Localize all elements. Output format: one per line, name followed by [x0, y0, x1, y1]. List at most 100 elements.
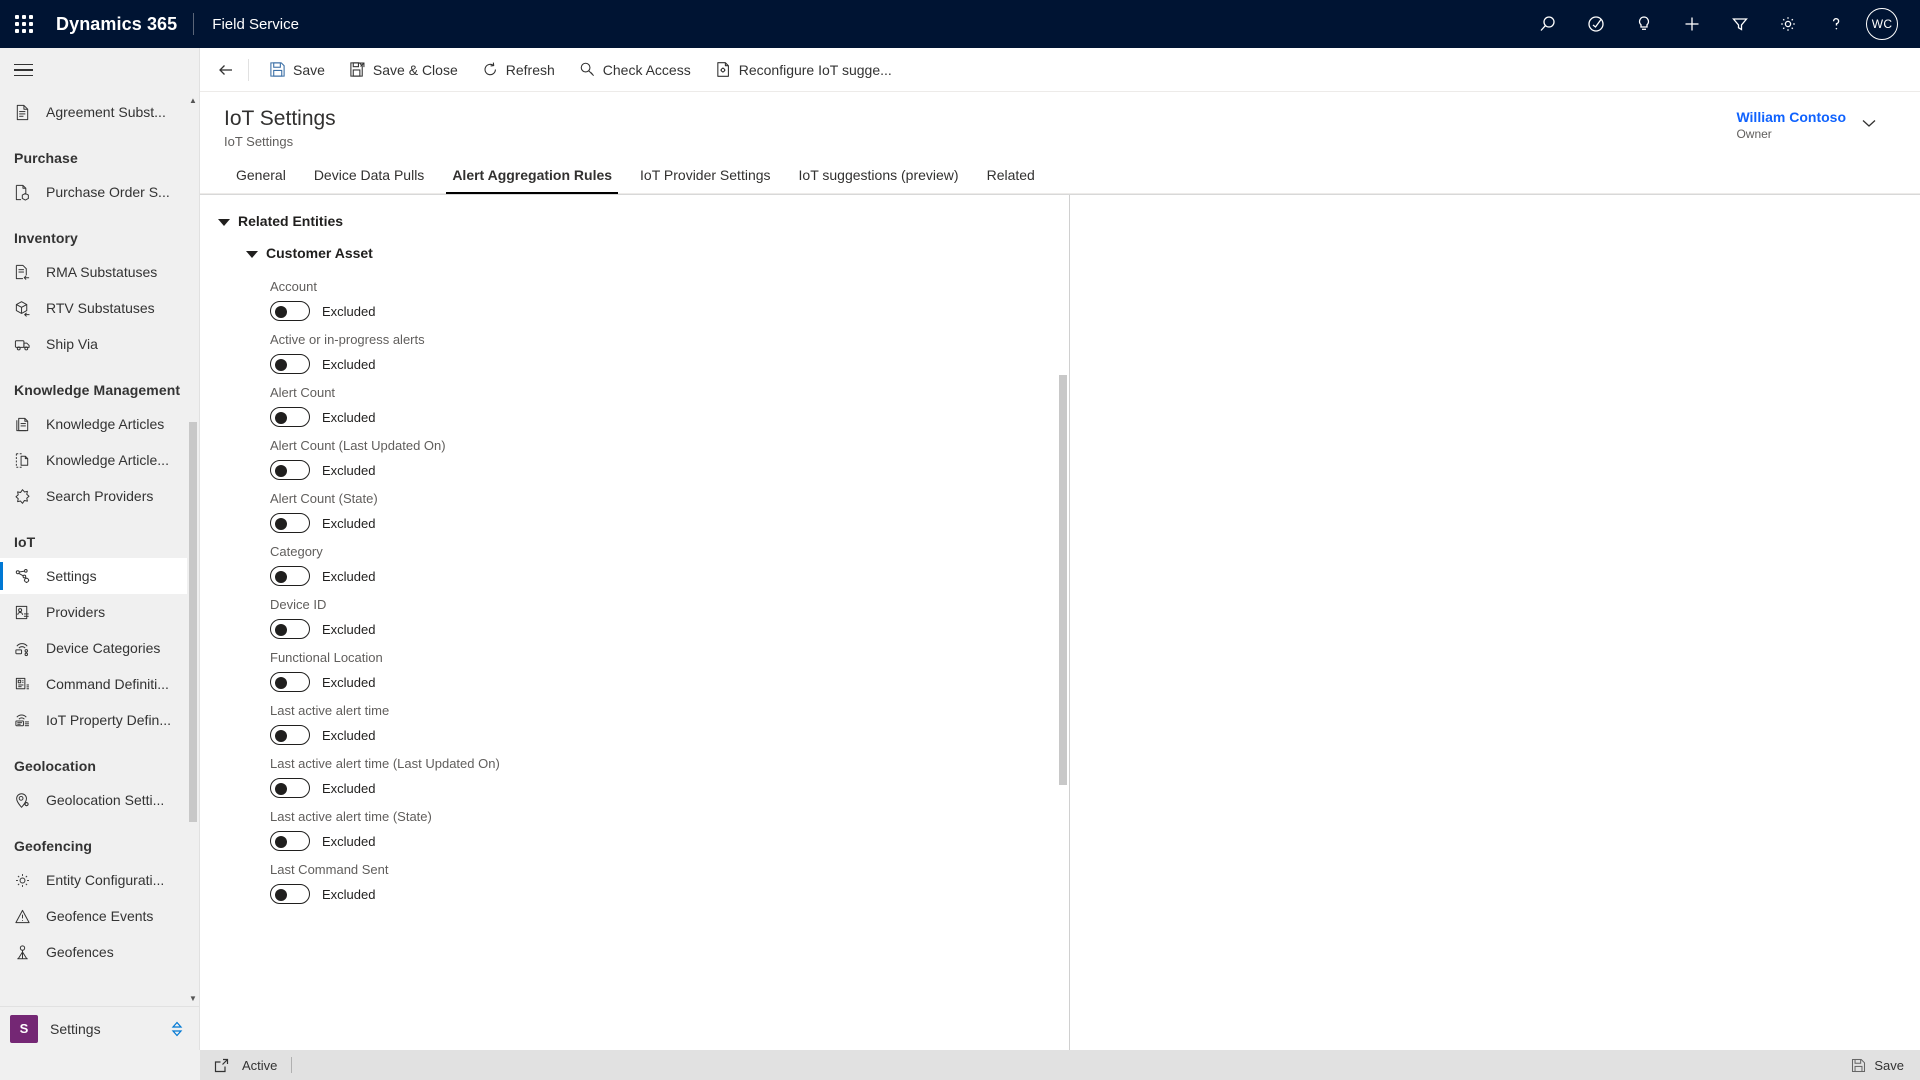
area-switcher[interactable]: S Settings — [0, 1006, 199, 1050]
section-related-entities[interactable]: Related Entities — [200, 209, 1069, 233]
iot-provider-icon — [14, 603, 36, 621]
form-header-owner: William Contoso Owner — [1736, 106, 1896, 141]
brand-title[interactable]: Dynamics 365 — [48, 14, 193, 35]
command-reconfigure-iot-sugge-button[interactable]: Reconfigure IoT sugge... — [703, 52, 904, 88]
command-check-access-button[interactable]: Check Access — [567, 52, 703, 88]
toggle-switch[interactable] — [270, 619, 310, 639]
hamburger-menu-icon[interactable] — [0, 48, 199, 92]
form-column-right — [1070, 195, 1920, 1050]
popout-icon[interactable] — [200, 1058, 242, 1073]
field-toggle-row: Excluded — [270, 778, 1069, 798]
subsection-customer-asset[interactable]: Customer Asset — [200, 233, 1069, 265]
tab-general[interactable]: General — [222, 159, 300, 193]
sidebar-group-title: Inventory — [14, 230, 78, 246]
toggle-value-label: Excluded — [322, 515, 376, 531]
toggle-knob — [275, 518, 287, 530]
toggle-switch[interactable] — [270, 778, 310, 798]
toggle-switch[interactable] — [270, 566, 310, 586]
sidebar-item-device-categories[interactable]: Device Categories — [0, 630, 187, 666]
sidebar-item-label: RMA Substatuses — [46, 264, 158, 280]
sidebar-item-knowledge-articles[interactable]: Knowledge Articles — [0, 406, 187, 442]
sidebar-item-settings[interactable]: Settings — [0, 558, 187, 594]
device-category-icon — [14, 639, 36, 657]
toggle-switch[interactable] — [270, 725, 310, 745]
sidebar: Agreement Subst... Purchase Purchase Order… — [0, 48, 200, 1050]
tab-alert-aggregation-rules[interactable]: Alert Aggregation Rules — [438, 159, 626, 194]
sidebar-item-geolocation-setti[interactable]: Geolocation Setti... — [0, 782, 187, 818]
field-label: Alert Count (Last Updated On) — [270, 438, 446, 453]
toggle-switch[interactable] — [270, 513, 310, 533]
content-scrollbar[interactable] — [1057, 195, 1069, 1050]
command-refresh-button[interactable]: Refresh — [470, 52, 567, 88]
toggle-switch[interactable] — [270, 672, 310, 692]
app-name[interactable]: Field Service — [194, 16, 299, 33]
content-scroll-thumb[interactable] — [1059, 375, 1067, 785]
sidebar-group-title: Knowledge Management — [14, 382, 181, 398]
sidebar-item-label: Command Definiti... — [46, 676, 169, 692]
sidebar-item-rtv-substatuses[interactable]: RTV Substatuses — [0, 290, 187, 326]
toggle-switch[interactable] — [270, 354, 310, 374]
sidebar-item-label: Geofence Events — [46, 908, 154, 924]
assistant-icon[interactable] — [1572, 0, 1620, 48]
sidebar-item-search-providers[interactable]: Search Providers — [0, 478, 187, 514]
content-area: Related Entities Customer Asset Account E… — [200, 194, 1920, 1050]
field-toggle-row: Excluded — [270, 672, 1069, 692]
command-save-button[interactable]: Save — [257, 52, 337, 88]
caret-down-icon — [218, 219, 230, 226]
status-badge: Active — [242, 1057, 278, 1073]
gear-icon[interactable] — [1764, 0, 1812, 48]
toggle-switch[interactable] — [270, 460, 310, 480]
help-icon[interactable] — [1812, 0, 1860, 48]
main-area: Save Save & Close Refresh Check Access Recon… — [200, 48, 1920, 1050]
sidebar-item-geofence-events[interactable]: Geofence Events — [0, 898, 187, 934]
save-icon — [1851, 1058, 1866, 1073]
command-save-close-button[interactable]: Save & Close — [337, 52, 470, 88]
sidebar-item-purchase-order-s[interactable]: Purchase Order S... — [0, 174, 187, 210]
field-row: Last active alert time (State) Excluded — [270, 809, 1069, 851]
plus-icon[interactable] — [1668, 0, 1716, 48]
sidebar-scrollbar[interactable]: ▲ ▼ — [187, 92, 199, 1006]
sidebar-item-geofences[interactable]: Geofences — [0, 934, 187, 970]
status-bar-save-button[interactable]: Save — [1851, 1058, 1904, 1073]
toggle-value-label: Excluded — [322, 303, 376, 319]
sidebar-item-knowledge-article[interactable]: Knowledge Article... — [0, 442, 187, 478]
status-bar-divider — [291, 1057, 293, 1073]
toggle-switch[interactable] — [270, 407, 310, 427]
tab-iot-suggestions-preview[interactable]: IoT suggestions (preview) — [785, 159, 973, 193]
sidebar-item-label: Agreement Subst... — [46, 104, 166, 120]
sidebar-scroll-thumb[interactable] — [189, 422, 197, 822]
toggle-knob — [275, 624, 287, 636]
search-icon[interactable] — [1524, 0, 1572, 48]
sidebar-scroll-down-icon[interactable]: ▼ — [187, 990, 199, 1006]
sidebar-item-label: Purchase Order S... — [46, 184, 170, 200]
knowledge-article-icon — [14, 415, 36, 433]
sidebar-item-command-definiti[interactable]: Command Definiti... — [0, 666, 187, 702]
check-access-icon — [579, 61, 596, 78]
toggle-switch[interactable] — [270, 301, 310, 321]
area-switcher-icon[interactable] — [169, 1020, 189, 1038]
app-launcher-icon[interactable] — [0, 0, 48, 48]
tab-iot-provider-settings[interactable]: IoT Provider Settings — [626, 159, 784, 193]
sidebar-scroll-up-icon[interactable]: ▲ — [187, 92, 199, 108]
section-title: Related Entities — [238, 213, 344, 229]
back-arrow-icon[interactable] — [208, 52, 244, 88]
owner-name[interactable]: William Contoso — [1736, 108, 1846, 126]
sidebar-item-entity-configurati[interactable]: Entity Configurati... — [0, 862, 187, 898]
toggle-switch[interactable] — [270, 831, 310, 851]
sidebar-item-providers[interactable]: Providers — [0, 594, 187, 630]
lightbulb-icon[interactable] — [1620, 0, 1668, 48]
sidebar-item-agreement-subst[interactable]: Agreement Subst... — [0, 94, 187, 130]
chevron-down-icon[interactable] — [1860, 108, 1896, 134]
caret-down-icon — [246, 251, 258, 258]
sidebar-item-rma-substatuses[interactable]: RMA Substatuses — [0, 254, 187, 290]
filter-icon[interactable] — [1716, 0, 1764, 48]
tab-device-data-pulls[interactable]: Device Data Pulls — [300, 159, 439, 193]
sidebar-item-ship-via[interactable]: Ship Via — [0, 326, 187, 362]
appbar-icon-group: WC — [1524, 0, 1920, 48]
tab-related[interactable]: Related — [973, 159, 1049, 193]
avatar[interactable]: WC — [1866, 8, 1898, 40]
sidebar-item-iot-property-defin[interactable]: IoT Property Defin... — [0, 702, 187, 738]
toggle-switch[interactable] — [270, 884, 310, 904]
toggle-knob — [275, 730, 287, 742]
field-toggle-row: Excluded — [270, 725, 1069, 745]
